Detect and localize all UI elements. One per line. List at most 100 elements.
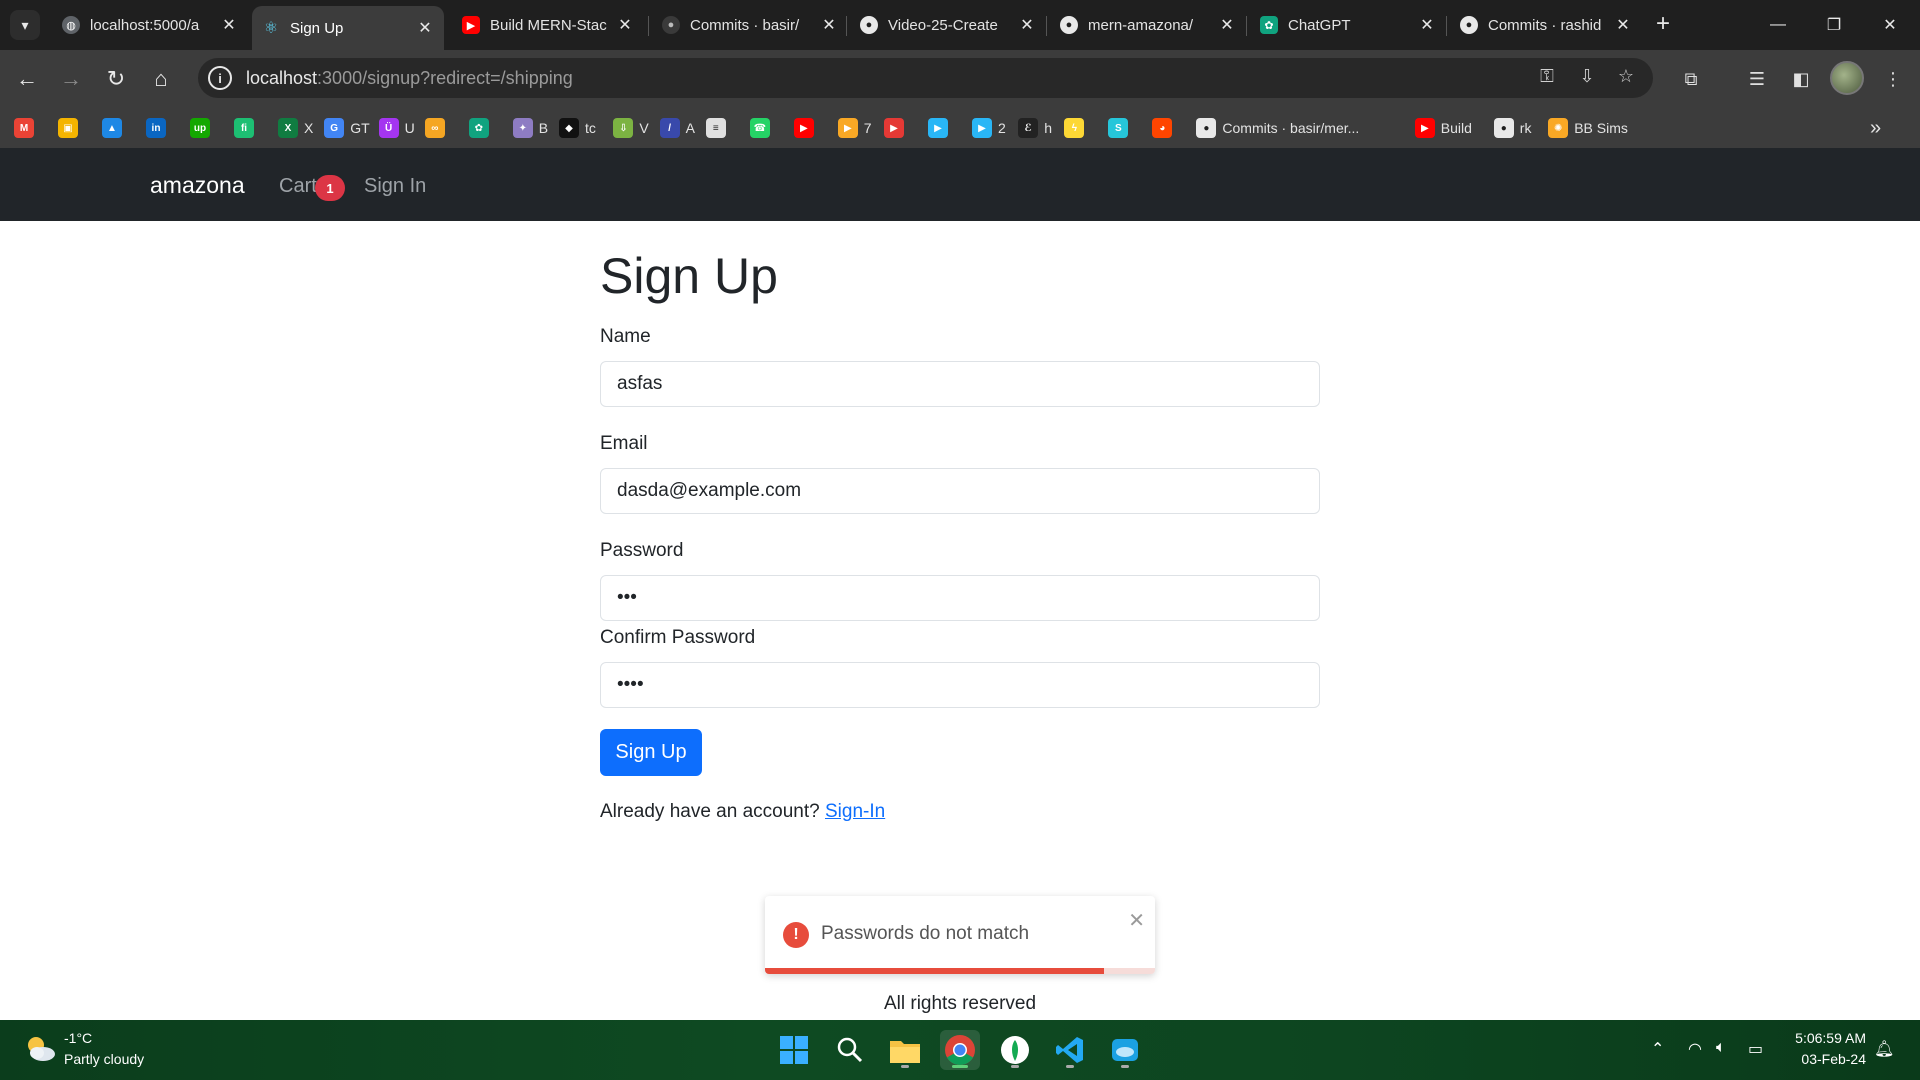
new-tab-button[interactable]: +: [1650, 12, 1676, 38]
close-window-button[interactable]: ✕: [1862, 0, 1918, 50]
bookmark-whatsapp-16[interactable]: ☎: [749, 117, 776, 139]
notification-bell-icon[interactable]: 🔔︎: [1874, 1039, 1894, 1059]
name-input[interactable]: [600, 361, 1320, 407]
bookmark-bolt-23[interactable]: ϟ: [1064, 117, 1090, 139]
media-controls-button[interactable]: ☰: [1742, 64, 1772, 94]
bookmark-play-21[interactable]: ▶ 2: [972, 117, 1006, 139]
tab-sign-up[interactable]: ⚛ Sign Up ✕: [252, 6, 444, 50]
star-icon[interactable]: ☆: [1614, 66, 1638, 90]
signin-link[interactable]: Sign In: [364, 175, 426, 198]
minimize-icon: —: [1770, 16, 1786, 33]
key-icon[interactable]: ⚿: [1535, 66, 1559, 90]
bookmark-reddit-25[interactable]: ◕: [1152, 117, 1178, 139]
partly-cloudy-icon[interactable]: [22, 1031, 58, 1067]
bookmark-gmail-0[interactable]: M: [14, 117, 40, 139]
side-panel-button[interactable]: ◧: [1786, 64, 1816, 94]
bookmark-linkedin-3[interactable]: in: [146, 117, 172, 139]
profile-avatar[interactable]: [1830, 61, 1864, 95]
install-app-icon[interactable]: ⇩: [1575, 66, 1599, 90]
taskbar-mongodb-compass[interactable]: [995, 1030, 1035, 1070]
tab-chatgpt[interactable]: ✿ ChatGPT ✕: [1250, 8, 1446, 42]
tab-divider: [1446, 16, 1447, 36]
bookmark-udemy-8[interactable]: ÜU: [378, 117, 415, 139]
tab-mern-amazona[interactable]: ● mern-amazona/ ✕: [1050, 8, 1246, 42]
bookmark-drive-2[interactable]: ▲: [102, 117, 128, 139]
password-input[interactable]: [600, 575, 1320, 621]
extensions-button[interactable]: ⧉: [1676, 64, 1706, 94]
bookmark-e-22[interactable]: ℰh: [1018, 117, 1052, 139]
bookmark-github-28[interactable]: ● rk: [1493, 117, 1532, 139]
start-button[interactable]: [774, 1030, 814, 1070]
close-tab-icon[interactable]: ✕: [416, 18, 434, 38]
chatgpt-icon: ✿: [1260, 16, 1278, 34]
chevron-up-icon[interactable]: ⌃: [1651, 1039, 1664, 1059]
bookmark-excel-6[interactable]: XX: [278, 117, 313, 139]
site-info-icon[interactable]: i: [208, 66, 232, 90]
clock-date[interactable]: 03-Feb-24: [1801, 1051, 1866, 1067]
bookmark-label: rk: [1519, 120, 1532, 136]
taskbar-vscode[interactable]: [1050, 1030, 1090, 1070]
bookmark-youtube-27[interactable]: ▶ Build: [1414, 117, 1472, 139]
signup-submit-button[interactable]: Sign Up: [600, 729, 702, 776]
address-bar[interactable]: i localhost:3000/signup?redirect=/shippi…: [198, 58, 1653, 98]
tab-search-button[interactable]: ▾: [10, 10, 40, 40]
restore-button[interactable]: ❐: [1806, 0, 1862, 50]
bookmark-download-13[interactable]: ⇩ V: [613, 117, 649, 139]
tab-video-25[interactable]: ● Video-25-Create ✕: [850, 8, 1046, 42]
bookmark-play-19[interactable]: ▶: [884, 117, 910, 139]
signin-link-inline[interactable]: Sign-In: [825, 801, 885, 822]
address-url[interactable]: localhost:3000/signup?redirect=/shipping: [246, 68, 573, 89]
tab-commits-rashid[interactable]: ● Commits · rashid ✕: [1450, 8, 1642, 42]
minimize-button[interactable]: —: [1750, 0, 1806, 50]
wifi-icon[interactable]: ◠: [1688, 1039, 1702, 1059]
home-button[interactable]: ⌂: [146, 64, 176, 94]
taskbar-search-button[interactable]: [830, 1030, 870, 1070]
close-icon[interactable]: ✕: [1128, 908, 1145, 933]
bookmark-chatgpt-10[interactable]: ✿: [468, 117, 495, 139]
bookmark-sun-29[interactable]: ✺ BB Sims: [1548, 117, 1628, 139]
close-tab-icon[interactable]: ✕: [616, 15, 634, 35]
bookmark-play-20[interactable]: ▶: [928, 117, 954, 139]
cart-link[interactable]: Cart: [279, 175, 317, 198]
app-navbar: amazona Cart 1 Sign In: [0, 148, 1920, 221]
bookmark-s-24[interactable]: S: [1108, 117, 1134, 139]
bookmarks-overflow-icon[interactable]: »: [1870, 117, 1881, 139]
brand-link[interactable]: amazona: [150, 172, 245, 199]
close-tab-icon[interactable]: ✕: [820, 15, 838, 35]
tab-build-mern[interactable]: ▶ Build MERN-Stac ✕: [452, 8, 644, 42]
bookmark-google-7[interactable]: G GT: [324, 117, 370, 139]
reload-button[interactable]: ↻: [101, 64, 131, 94]
taskbar-cloud-app[interactable]: [1105, 1030, 1145, 1070]
close-tab-icon[interactable]: ✕: [1614, 15, 1632, 35]
clock-time[interactable]: 5:06:59 AM: [1795, 1030, 1866, 1046]
taskbar-file-explorer[interactable]: [885, 1030, 925, 1070]
bookmark-youtube-17[interactable]: ▶: [793, 117, 820, 139]
bookmark-video-18[interactable]: ▶ 7: [837, 117, 872, 139]
bookmark-classroom-1[interactable]: ▣: [58, 117, 84, 139]
email-input[interactable]: [600, 468, 1320, 514]
bookmark-tc-12[interactable]: ◆ tc: [559, 117, 596, 139]
battery-icon[interactable]: ▭: [1748, 1039, 1763, 1059]
close-tab-icon[interactable]: ✕: [220, 15, 238, 35]
back-button[interactable]: ←: [12, 64, 42, 94]
forward-button[interactable]: →: [56, 64, 86, 94]
close-tab-icon[interactable]: ✕: [1218, 15, 1236, 35]
bookmark-github-26[interactable]: ● Commits · basir/mer...: [1196, 117, 1359, 139]
close-tab-icon[interactable]: ✕: [1018, 15, 1036, 35]
tab-commits-basir[interactable]: ● Commits · basir/ ✕: [652, 8, 848, 42]
bookmark-gemini-11[interactable]: ✦ B: [512, 117, 548, 139]
bookmark-stripes-15[interactable]: ≡: [705, 117, 732, 139]
bookmark-fiverr-5[interactable]: fi: [234, 117, 260, 139]
confirm-password-input[interactable]: [600, 662, 1320, 708]
volume-icon[interactable]: 🔈︎: [1716, 1039, 1726, 1057]
weather-description[interactable]: Partly cloudy: [64, 1051, 144, 1067]
browser-menu-button[interactable]: ⋮: [1878, 64, 1908, 94]
play-icon: ▶: [884, 118, 904, 138]
close-tab-icon[interactable]: ✕: [1418, 15, 1436, 35]
tab-localhost-5000[interactable]: ◍ localhost:5000/a ✕: [52, 8, 248, 42]
taskbar-chrome[interactable]: [940, 1030, 980, 1070]
weather-temperature[interactable]: -1°C: [64, 1030, 92, 1046]
bookmark-upwork-4[interactable]: up: [190, 117, 216, 139]
bookmark-coursera-9[interactable]: ∞: [424, 117, 451, 139]
bookmark-a-14[interactable]: / A: [659, 117, 695, 139]
